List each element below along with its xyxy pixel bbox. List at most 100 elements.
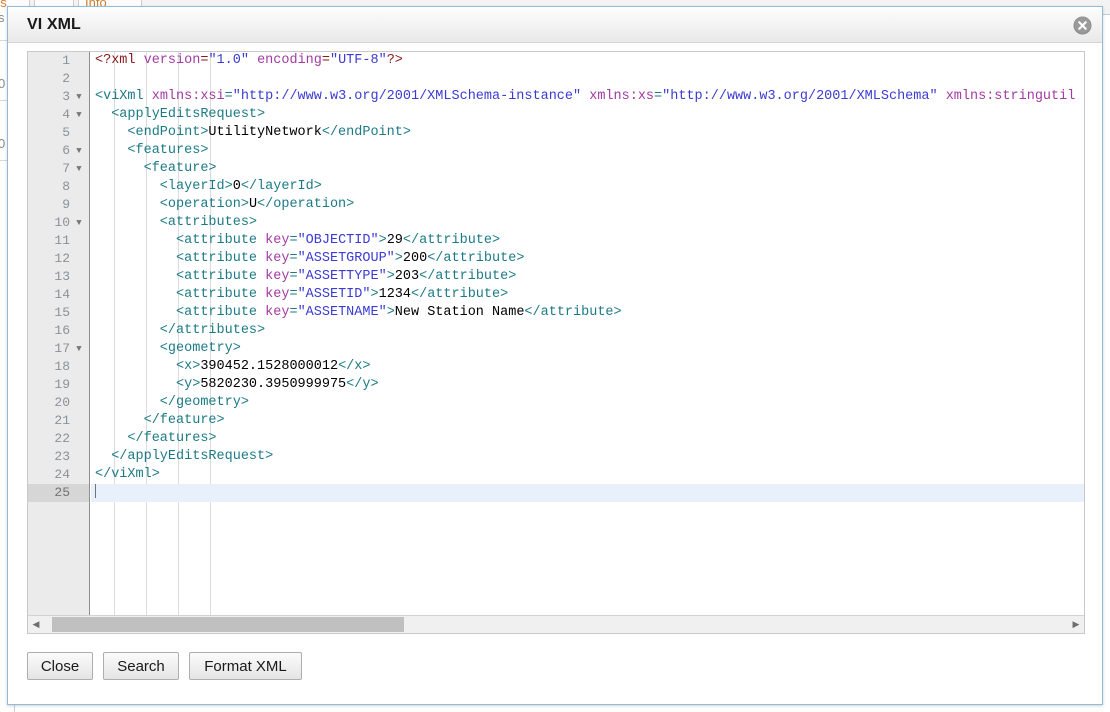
- gutter-line-14[interactable]: 14: [28, 286, 89, 304]
- code-line-6[interactable]: <features>: [91, 142, 1084, 160]
- code-line-1[interactable]: <?xml version="1.0" encoding="UTF-8"?>: [91, 52, 1084, 70]
- close-circle-icon[interactable]: [1073, 16, 1092, 35]
- gutter-line-20[interactable]: 20: [28, 394, 89, 412]
- close-button[interactable]: Close: [27, 652, 93, 680]
- gutter-line-17[interactable]: 17 ▼: [28, 340, 89, 358]
- code-line-23[interactable]: </applyEditsRequest>: [91, 448, 1084, 466]
- scroll-left-arrow-icon[interactable]: ◀: [28, 616, 44, 633]
- gutter-line-13[interactable]: 13: [28, 268, 89, 286]
- token-tag: </attribute>: [427, 251, 525, 266]
- scrollbar-thumb[interactable]: [52, 617, 404, 632]
- token-tag: </attribute>: [411, 287, 509, 302]
- token-tag: <attribute: [95, 287, 266, 302]
- code-line-8[interactable]: <layerId>0</layerId>: [91, 178, 1084, 196]
- fold-toggle-icon[interactable]: ▼: [73, 160, 85, 178]
- code-line-2[interactable]: [91, 70, 1084, 88]
- code-line-14[interactable]: <attribute key="ASSETID">1234</attribute…: [91, 286, 1084, 304]
- token-tag: >: [386, 269, 395, 284]
- token-attr: key: [265, 269, 290, 284]
- gutter-line-19[interactable]: 19: [28, 376, 89, 394]
- fold-toggle-icon[interactable]: ▼: [73, 106, 85, 124]
- token-tag: <attribute: [95, 269, 266, 284]
- code-line-15[interactable]: <attribute key="ASSETNAME">New Station N…: [91, 304, 1084, 322]
- code-line-5[interactable]: <endPoint>UtilityNetwork</endPoint>: [91, 124, 1084, 142]
- code-line-18[interactable]: <x>390452.1528000012</x>: [91, 358, 1084, 376]
- token-attr: key: [265, 287, 290, 302]
- token-tag: <applyEditsRequest>: [95, 107, 266, 122]
- code-line-17[interactable]: <geometry>: [91, 340, 1084, 358]
- dialog-title: VI XML: [27, 16, 81, 33]
- horizontal-scrollbar[interactable]: ◀ ▶: [28, 615, 1084, 633]
- code-line-24[interactable]: </viXml>: [91, 466, 1084, 484]
- fold-toggle-icon[interactable]: ▼: [73, 214, 85, 232]
- editor-code-area[interactable]: <?xml version="1.0" encoding="UTF-8"?> <v…: [91, 52, 1084, 615]
- format-xml-button[interactable]: Format XML: [189, 652, 302, 680]
- gutter-line-11[interactable]: 11: [28, 232, 89, 250]
- token-val: "1.0": [208, 53, 249, 68]
- code-line-16[interactable]: </attributes>: [91, 322, 1084, 340]
- editor-gutter[interactable]: 1 2 3 ▼ 4 ▼ 5 6 ▼ 7 ▼ 8 9 10 ▼ 11 12 13 14 15 16 17 ▼ 18 19 20 21 2…: [28, 52, 90, 615]
- token-attr: key: [265, 251, 290, 266]
- code-line-10[interactable]: <attributes>: [91, 214, 1084, 232]
- code-line-9[interactable]: <operation>U</operation>: [91, 196, 1084, 214]
- gutter-line-15[interactable]: 15: [28, 304, 89, 322]
- gutter-line-5[interactable]: 5: [28, 124, 89, 142]
- token-tag: </y>: [346, 377, 379, 392]
- code-line-19[interactable]: <y>5820230.3950999975</y>: [91, 376, 1084, 394]
- code-line-20[interactable]: </geometry>: [91, 394, 1084, 412]
- fold-toggle-icon[interactable]: ▼: [73, 340, 85, 358]
- code-line-7[interactable]: <feature>: [91, 160, 1084, 178]
- scroll-right-arrow-icon[interactable]: ▶: [1068, 616, 1084, 633]
- gutter-line-18[interactable]: 18: [28, 358, 89, 376]
- gutter-line-21[interactable]: 21: [28, 412, 89, 430]
- gutter-line-22[interactable]: 22: [28, 430, 89, 448]
- code-line-3[interactable]: <viXml xmlns:xsi="http://www.w3.org/2001…: [91, 88, 1084, 106]
- gutter-line-10[interactable]: 10 ▼: [28, 214, 89, 232]
- code-line-13[interactable]: <attribute key="ASSETTYPE">203</attribut…: [91, 268, 1084, 286]
- token-tag: =: [654, 89, 663, 104]
- gutter-line-6[interactable]: 6 ▼: [28, 142, 89, 160]
- gutter-line-8[interactable]: 8: [28, 178, 89, 196]
- gutter-line-16[interactable]: 16: [28, 322, 89, 340]
- gutter-line-12[interactable]: 12: [28, 250, 89, 268]
- token-val: "ASSETID": [297, 287, 371, 302]
- code-line-11[interactable]: <attribute key="OBJECTID">29</attribute>: [91, 232, 1084, 250]
- code-line-4[interactable]: <applyEditsRequest>: [91, 106, 1084, 124]
- background-rail-glyph-1: s: [0, 10, 5, 25]
- gutter-line-25[interactable]: 25: [28, 484, 89, 502]
- xml-editor[interactable]: 1 2 3 ▼ 4 ▼ 5 6 ▼ 7 ▼ 8 9 10 ▼ 11 12 13 14 15 16 17 ▼ 18 19 20 21 2…: [27, 51, 1085, 634]
- token-tag: </layerId>: [240, 179, 322, 194]
- code-line-25[interactable]: [91, 484, 1084, 502]
- gutter-line-7[interactable]: 7 ▼: [28, 160, 89, 178]
- token-txt: 203: [394, 269, 420, 284]
- token-attr: xmlns:xs: [589, 89, 655, 104]
- fold-toggle-icon[interactable]: ▼: [73, 142, 85, 160]
- code-line-12[interactable]: <attribute key="ASSETGROUP">200</attribu…: [91, 250, 1084, 268]
- token-attr: key: [265, 305, 290, 320]
- token-attr: version: [143, 53, 201, 68]
- token-tag: <operation>: [95, 197, 249, 212]
- gutter-line-2[interactable]: 2: [28, 70, 89, 88]
- background-rail-glyph-3: 0: [0, 136, 6, 151]
- scrollbar-track[interactable]: [44, 617, 1068, 632]
- gutter-line-23[interactable]: 23: [28, 448, 89, 466]
- token-txt: 5820230.3950999975: [200, 377, 347, 392]
- gutter-line-9[interactable]: 9: [28, 196, 89, 214]
- token-tag: </viXml>: [95, 467, 160, 482]
- token-tag: </attribute>: [402, 233, 501, 248]
- code-line-22[interactable]: </features>: [91, 430, 1084, 448]
- search-button[interactable]: Search: [103, 652, 179, 680]
- token-tag: =: [289, 251, 298, 266]
- gutter-line-1[interactable]: 1: [28, 52, 89, 70]
- gutter-line-4[interactable]: 4 ▼: [28, 106, 89, 124]
- dialog-header[interactable]: VI XML: [8, 7, 1102, 43]
- token-tag: </features>: [95, 431, 217, 446]
- gutter-line-3[interactable]: 3 ▼: [28, 88, 89, 106]
- token-txt: 0: [232, 179, 241, 194]
- gutter-line-24[interactable]: 24: [28, 466, 89, 484]
- code-line-21[interactable]: </feature>: [91, 412, 1084, 430]
- text-caret: [95, 484, 96, 498]
- token-tag: <viXml: [95, 89, 152, 104]
- token-tag: >: [370, 287, 379, 302]
- fold-toggle-icon[interactable]: ▼: [73, 88, 85, 106]
